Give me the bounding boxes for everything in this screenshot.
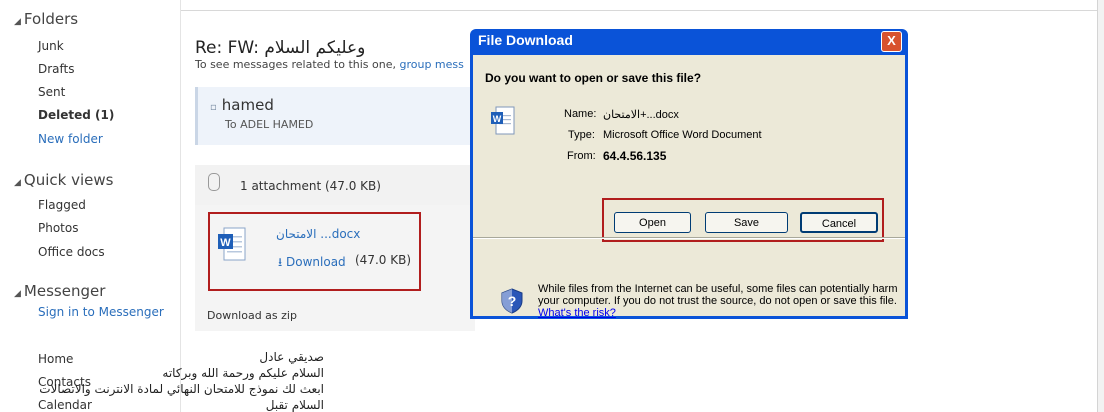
svg-text:W: W <box>493 114 502 124</box>
scrollbar[interactable] <box>1097 0 1104 412</box>
sidebar-item-home[interactable]: Home <box>38 352 73 366</box>
security-shield-icon: ? <box>501 288 523 314</box>
sidebar-item-office-docs[interactable]: Office docs <box>38 245 105 259</box>
file-name-value: الامتحان+...docx <box>603 109 679 121</box>
related-messages-note: To see messages related to this one, gro… <box>195 58 464 71</box>
messenger-title: Messenger <box>23 282 106 300</box>
quickviews-title: Quick views <box>23 171 114 189</box>
group-messages-link[interactable]: group mess <box>399 58 463 71</box>
messenger-header[interactable]: ◢ Messenger <box>14 282 105 300</box>
whats-the-risk-link[interactable]: What's the risk? <box>538 307 616 319</box>
dialog-title: File Download <box>478 32 573 48</box>
word-file-icon: W <box>491 106 515 135</box>
sidebar-item-junk[interactable]: Junk <box>38 39 64 53</box>
type-label: Type: <box>568 129 595 141</box>
dialog-separator <box>473 237 905 239</box>
source-value: 64.4.56.135 <box>603 149 667 163</box>
collapse-triangle-icon: ◢ <box>14 178 21 188</box>
sender-name: hamed <box>221 96 274 114</box>
download-as-zip-link[interactable]: Download as zip <box>207 309 297 322</box>
sidebar-item-drafts[interactable]: Drafts <box>38 62 75 76</box>
body-line: السلام تقبل <box>265 398 324 412</box>
sender-header[interactable]: ▫ hamed To ADEL HAMED <box>195 87 478 145</box>
sidebar-item-calendar[interactable]: Calendar <box>38 398 92 412</box>
collapse-triangle-icon: ◢ <box>14 17 21 27</box>
sidebar-item-sent[interactable]: Sent <box>38 85 65 99</box>
new-folder-link[interactable]: New folder <box>38 132 103 146</box>
sidebar-divider <box>180 0 181 412</box>
attachment-count: 1 attachment (47.0 KB) <box>240 179 381 193</box>
attachment-bar: 1 attachment (47.0 KB) <box>195 165 475 205</box>
folders-title: Folders <box>23 10 79 28</box>
related-text: To see messages related to this one, <box>195 58 400 71</box>
paperclip-icon <box>208 173 220 191</box>
dialog-body: Do you want to open or save this file? W… <box>473 55 905 319</box>
close-icon[interactable]: X <box>881 31 902 52</box>
from-label: From: <box>567 150 596 162</box>
folders-header[interactable]: ◢ Folders <box>14 10 78 28</box>
quickviews-header[interactable]: ◢ Quick views <box>14 171 113 189</box>
highlight-box-attachment <box>208 212 421 291</box>
body-line: السلام عليكم ورحمة الله وبركاته <box>162 366 324 380</box>
top-toolbar-edge <box>181 0 1097 11</box>
sidebar: ◢ Folders Junk Drafts Sent Deleted (1) Ne… <box>0 0 180 412</box>
svg-text:?: ? <box>508 293 517 309</box>
sign-in-messenger-link[interactable]: Sign in to Messenger <box>38 305 164 319</box>
body-line: صديقي عادل <box>259 350 324 364</box>
body-line: ابعث لك نموذج للامتحان النهائي لمادة الا… <box>39 382 324 396</box>
dialog-question: Do you want to open or save this file? <box>485 71 702 85</box>
sender: ▫ hamed <box>210 96 274 114</box>
file-download-dialog: File Download X Do you want to open or s… <box>470 29 908 319</box>
message-subject: Re: FW: وعليكم السلام <box>195 38 366 58</box>
sidebar-item-deleted[interactable]: Deleted (1) <box>38 108 114 122</box>
expand-square-icon: ▫ <box>210 102 217 113</box>
file-type-value: Microsoft Office Word Document <box>603 129 762 141</box>
highlight-box-buttons <box>602 198 884 242</box>
sidebar-item-flagged[interactable]: Flagged <box>38 198 86 212</box>
name-label: Name: <box>564 108 597 120</box>
recipient: To ADEL HAMED <box>225 118 314 131</box>
security-warning: While files from the Internet can be use… <box>538 283 898 319</box>
collapse-triangle-icon: ◢ <box>14 289 21 299</box>
warning-text: While files from the Internet can be use… <box>538 283 898 307</box>
sidebar-item-photos[interactable]: Photos <box>38 221 78 235</box>
